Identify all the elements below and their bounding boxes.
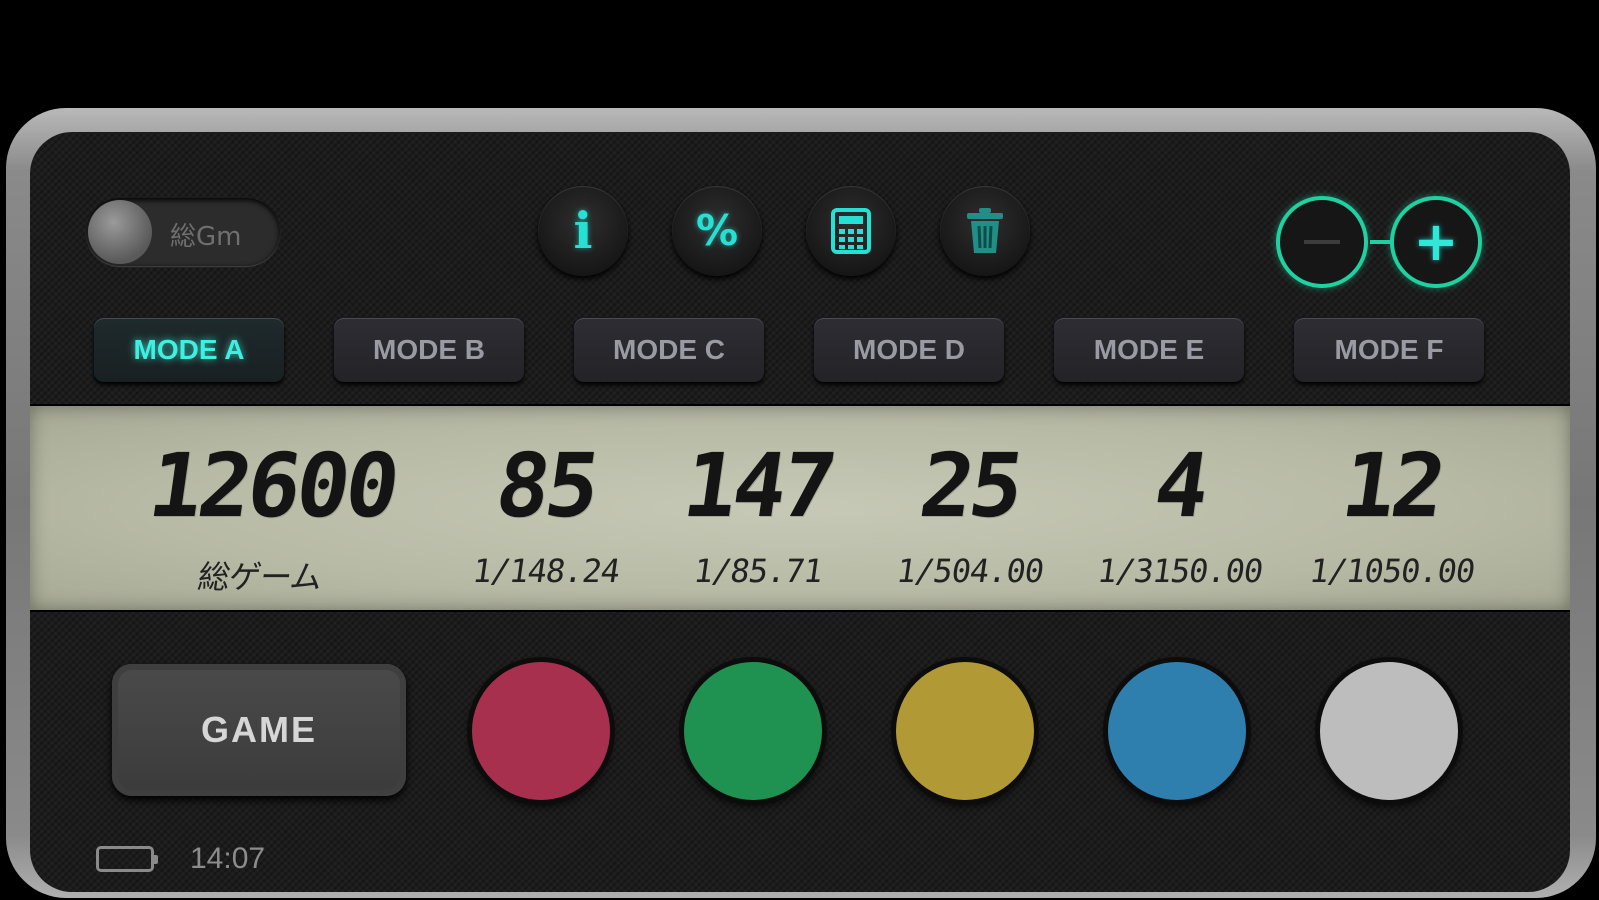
white-counter-button[interactable] (1320, 662, 1458, 800)
counter-screen: 総Gm i % + MODE A MODE B MODE C MODE D MO… (30, 132, 1570, 892)
lcd-ratio-4: 1/3150.00 (1095, 552, 1265, 590)
calculator-icon (831, 208, 871, 254)
plus-button[interactable]: + (1390, 196, 1482, 288)
info-icon: i (573, 201, 593, 260)
total-games-toggle[interactable]: 総Gm (86, 198, 280, 266)
yellow-counter-button[interactable] (896, 662, 1034, 800)
lcd-total-games-label: 総ゲーム (195, 558, 324, 596)
battery-icon (96, 846, 158, 872)
minus-button[interactable] (1276, 196, 1368, 288)
lcd-count-1: 85 (489, 434, 603, 537)
mode-f-button[interactable]: MODE F (1294, 318, 1484, 382)
red-counter-button[interactable] (472, 662, 610, 800)
green-counter-button[interactable] (684, 662, 822, 800)
lcd-total-games: 12600 (142, 434, 403, 537)
device-frame: 総Gm i % + MODE A MODE B MODE C MODE D MO… (6, 108, 1596, 898)
lcd-count-4: 4 (1148, 434, 1212, 537)
plus-icon: + (1413, 210, 1459, 273)
lcd-ratio-5: 1/1050.00 (1307, 552, 1477, 590)
mode-b-button[interactable]: MODE B (334, 318, 524, 382)
lcd-count-5: 12 (1335, 434, 1449, 537)
trash-icon (967, 208, 1003, 253)
percent-icon: % (695, 206, 739, 255)
percent-button[interactable]: % (672, 186, 762, 276)
trash-button[interactable] (940, 186, 1030, 276)
mode-e-button[interactable]: MODE E (1054, 318, 1244, 382)
lcd-count-2: 147 (677, 434, 839, 537)
mode-c-button[interactable]: MODE C (574, 318, 764, 382)
minus-icon (1304, 240, 1340, 244)
mode-d-button[interactable]: MODE D (814, 318, 1004, 382)
lcd-count-3: 25 (913, 434, 1027, 537)
calculator-button[interactable] (806, 186, 896, 276)
mode-a-button[interactable]: MODE A (94, 318, 284, 382)
toggle-knob[interactable] (88, 200, 152, 264)
status-time: 14:07 (190, 842, 266, 875)
toggle-label: 総Gm (170, 222, 242, 252)
game-button[interactable]: GAME (112, 664, 406, 796)
lcd-display: 12600 総ゲーム 85 1/148.24 147 1/85.71 25 1/… (30, 404, 1570, 612)
lcd-ratio-1: 1/148.24 (470, 552, 622, 590)
info-button[interactable]: i (538, 186, 628, 276)
lcd-ratio-2: 1/85.71 (691, 552, 825, 590)
lcd-ratio-3: 1/504.00 (894, 552, 1046, 590)
blue-counter-button[interactable] (1108, 662, 1246, 800)
